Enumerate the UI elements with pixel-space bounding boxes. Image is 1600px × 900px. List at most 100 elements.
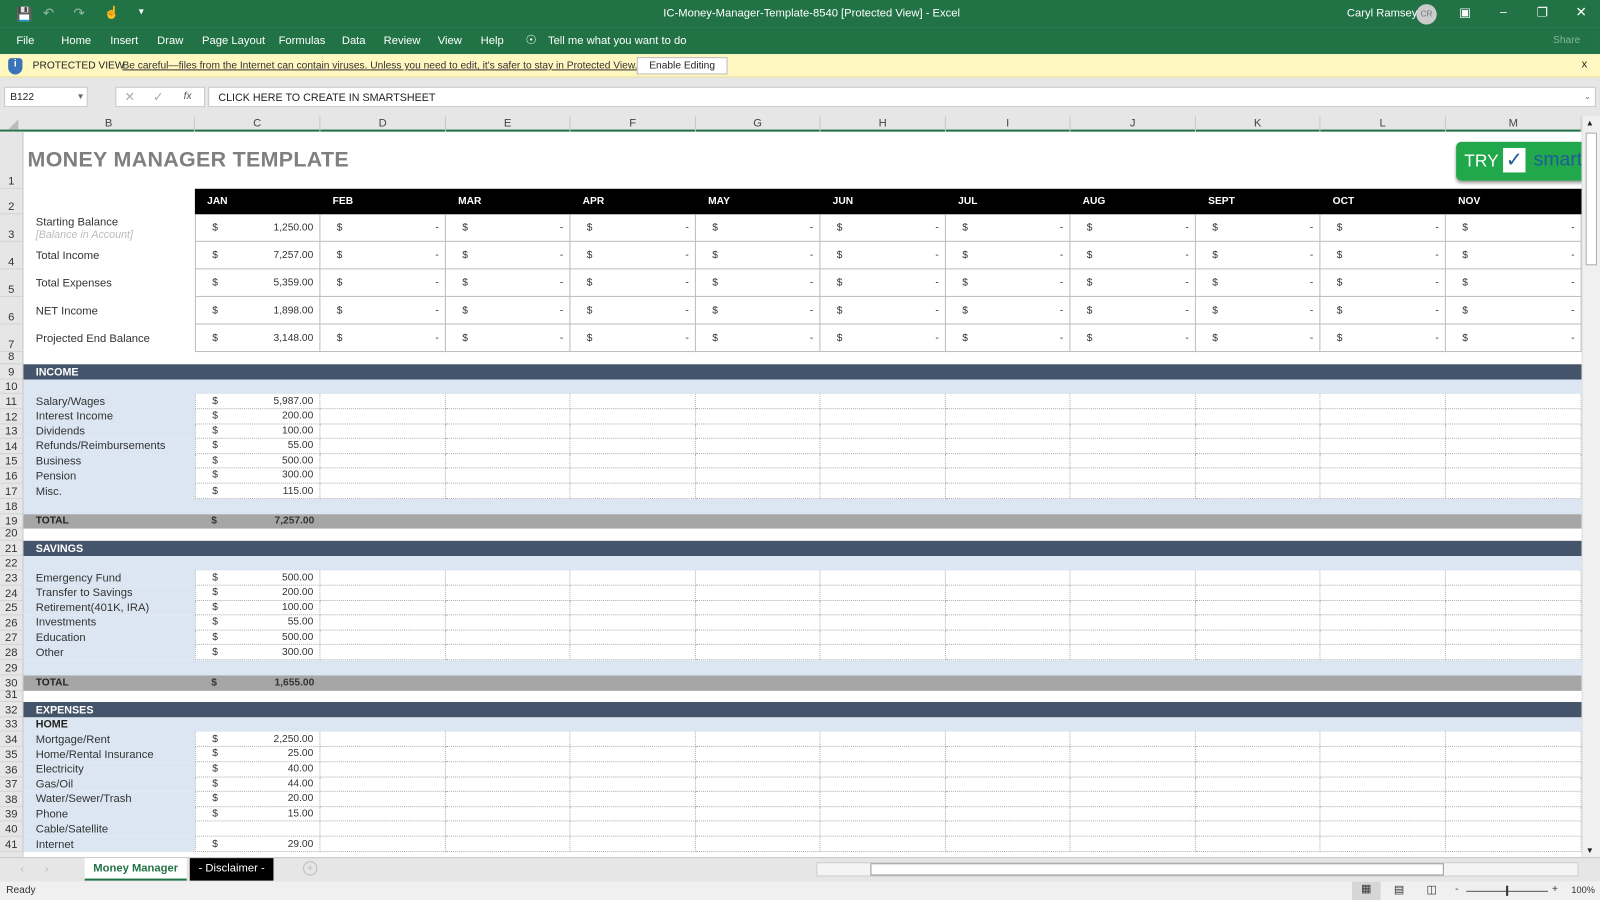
chevron-down-icon[interactable]: ▼ — [77, 92, 85, 101]
empty-cell[interactable] — [820, 600, 946, 616]
empty-cell[interactable] — [1070, 630, 1196, 646]
amount-cell[interactable]: $ - — [945, 214, 1071, 242]
empty-cell[interactable] — [820, 393, 946, 410]
amount-cell[interactable]: $ - — [695, 214, 821, 242]
avatar[interactable]: CR — [1416, 4, 1437, 25]
empty-cell[interactable] — [1445, 483, 1582, 499]
minimize-icon[interactable]: – — [1500, 4, 1507, 18]
empty-cell[interactable] — [320, 777, 446, 793]
empty-cell[interactable] — [945, 438, 1071, 454]
scroll-up-icon[interactable]: ▲ — [1586, 118, 1594, 127]
empty-cell[interactable] — [1195, 600, 1321, 616]
empty-cell[interactable] — [1195, 615, 1321, 631]
empty-cell[interactable] — [445, 777, 571, 793]
empty-cell[interactable] — [1070, 570, 1196, 586]
empty-cell[interactable] — [1320, 570, 1446, 586]
user-name[interactable]: Caryl Ramsey — [1347, 7, 1417, 19]
empty-cell[interactable] — [570, 821, 696, 837]
amount-cell[interactable]: $ - — [945, 241, 1071, 270]
amount-cell[interactable]: $ - — [445, 296, 571, 325]
amount-cell[interactable]: $300.00 — [194, 645, 321, 661]
empty-cell[interactable] — [445, 630, 571, 646]
empty-cell[interactable] — [820, 630, 946, 646]
amount-cell[interactable]: $1,250.00 — [194, 214, 321, 242]
zoom-in-icon[interactable]: + — [1552, 884, 1558, 895]
redo-icon[interactable]: ↷ — [73, 5, 84, 21]
empty-cell[interactable] — [1445, 762, 1582, 778]
amount-cell[interactable]: $1,898.00 — [194, 296, 321, 325]
tab-formulas[interactable]: Formulas — [279, 35, 326, 47]
empty-cell[interactable] — [820, 747, 946, 763]
empty-cell[interactable] — [820, 777, 946, 793]
empty-cell[interactable] — [1070, 424, 1196, 439]
empty-cell[interactable] — [445, 438, 571, 454]
empty-cell[interactable] — [1070, 747, 1196, 763]
empty-cell[interactable] — [1195, 630, 1321, 646]
empty-cell[interactable] — [1320, 585, 1446, 601]
zoom-slider[interactable] — [1466, 885, 1548, 896]
empty-cell[interactable] — [820, 806, 946, 822]
amount-cell[interactable]: $ - — [695, 269, 821, 297]
row-header-34[interactable]: 34 — [0, 732, 23, 748]
empty-cell[interactable] — [445, 393, 571, 410]
empty-cell[interactable] — [1070, 792, 1196, 807]
empty-cell[interactable] — [320, 792, 446, 807]
empty-cell[interactable] — [1070, 836, 1196, 853]
empty-cell[interactable] — [570, 570, 696, 586]
empty-cell[interactable] — [695, 393, 821, 410]
amount-cell[interactable]: $ - — [1195, 214, 1321, 242]
amount-cell[interactable]: $ - — [445, 214, 571, 242]
worksheet-grid[interactable]: MONEY MANAGER TEMPLATETRY✓smartsheetJANF… — [23, 132, 1582, 858]
empty-cell[interactable] — [445, 468, 571, 484]
empty-cell[interactable] — [1070, 645, 1196, 661]
enter-icon[interactable]: ✓ — [153, 90, 163, 104]
empty-cell[interactable] — [1320, 792, 1446, 807]
row-header-25[interactable]: 25 — [0, 601, 23, 616]
empty-cell[interactable] — [695, 570, 821, 586]
empty-cell[interactable] — [570, 393, 696, 410]
empty-cell[interactable] — [1320, 747, 1446, 763]
empty-cell[interactable] — [945, 792, 1071, 807]
empty-cell[interactable] — [1445, 424, 1582, 439]
row-header-1[interactable]: 1 — [0, 132, 23, 189]
row-header-8[interactable]: 8 — [0, 351, 23, 365]
empty-cell[interactable] — [820, 468, 946, 484]
empty-cell[interactable] — [1320, 630, 1446, 646]
amount-cell[interactable]: $5,987.00 — [194, 393, 321, 410]
empty-cell[interactable] — [820, 732, 946, 748]
empty-cell[interactable] — [695, 732, 821, 748]
row-header-20[interactable]: 20 — [0, 528, 23, 541]
select-all-icon[interactable] — [8, 119, 19, 130]
empty-cell[interactable] — [1445, 585, 1582, 601]
empty-cell[interactable] — [1320, 806, 1446, 822]
amount-cell[interactable]: $25.00 — [194, 747, 321, 763]
empty-cell[interactable] — [1070, 806, 1196, 822]
empty-cell[interactable] — [1445, 468, 1582, 484]
tell-me-search[interactable]: Tell me what you want to do — [548, 35, 687, 47]
row-header-27[interactable]: 27 — [0, 630, 23, 646]
empty-cell[interactable] — [445, 424, 571, 439]
empty-cell[interactable] — [1445, 645, 1582, 661]
tab-data[interactable]: Data — [342, 35, 366, 47]
empty-cell[interactable] — [1445, 747, 1582, 763]
h-scroll-thumb[interactable] — [870, 863, 1444, 876]
amount-cell[interactable]: $7,257.00 — [194, 241, 321, 270]
empty-cell[interactable] — [820, 409, 946, 425]
empty-cell[interactable] — [945, 747, 1071, 763]
empty-cell[interactable] — [1070, 585, 1196, 601]
empty-cell[interactable] — [1320, 600, 1446, 616]
amount-cell[interactable]: $ - — [1070, 296, 1196, 325]
zoom-out-icon[interactable]: - — [1455, 884, 1458, 895]
empty-cell[interactable] — [445, 453, 571, 469]
empty-cell[interactable] — [695, 792, 821, 807]
empty-cell[interactable] — [820, 438, 946, 454]
empty-cell[interactable] — [1445, 821, 1582, 837]
empty-cell[interactable] — [445, 570, 571, 586]
amount-cell[interactable]: $200.00 — [194, 409, 321, 425]
tab-file[interactable]: File — [16, 35, 34, 47]
empty-cell[interactable] — [945, 483, 1071, 499]
sheet-tab-money-manager[interactable]: Money Manager — [84, 858, 187, 881]
row-header-10[interactable]: 10 — [0, 380, 23, 394]
amount-cell[interactable]: $100.00 — [194, 600, 321, 616]
empty-cell[interactable] — [1320, 732, 1446, 748]
